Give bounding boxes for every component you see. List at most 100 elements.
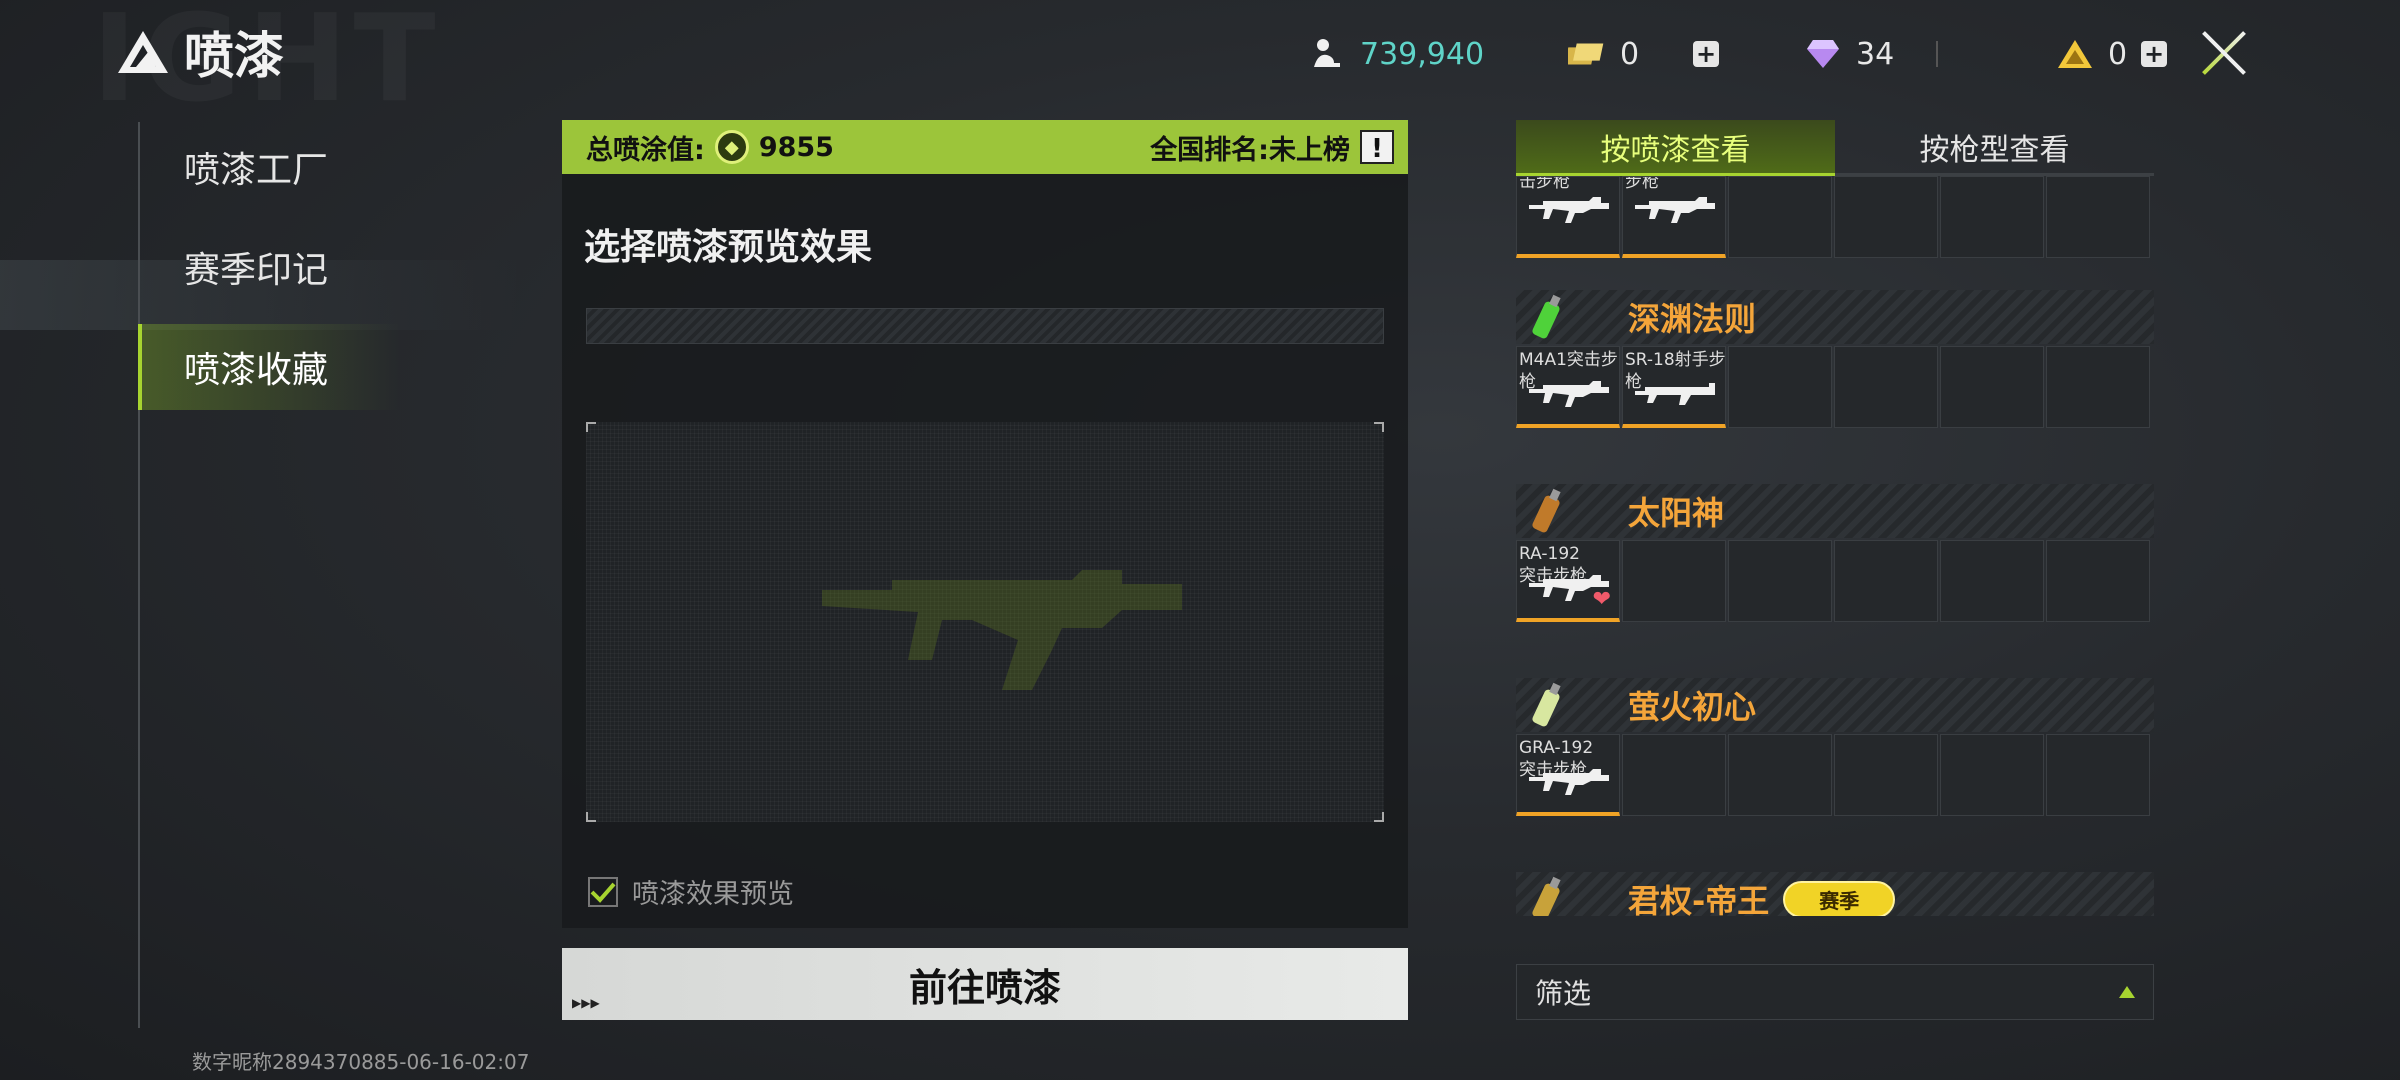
preview-checkbox[interactable] (588, 876, 618, 907)
diamond-currency: 34 (1804, 30, 1939, 78)
spray-preview-panel: 总喷涂值: ◆ 9855 全国排名:未上榜 ! 选择喷漆预览效果 喷漆效果预览 (562, 120, 1408, 928)
empty-cell (1622, 734, 1726, 816)
goto-spray-button[interactable]: 前往喷漆 ▶▶▶ (562, 948, 1408, 1020)
spray-group-header[interactable]: 太阳神 (1516, 484, 2154, 538)
empty-cell (1834, 176, 1938, 258)
weapon-cell[interactable]: 击步枪 (1516, 176, 1620, 258)
weapon-cell[interactable]: GRA-192 突击步枪 (1516, 734, 1620, 816)
rank-info-button[interactable]: ! (1360, 130, 1394, 164)
favorite-heart-icon[interactable]: ❤ (1593, 587, 1611, 612)
frame-corner (1374, 422, 1384, 432)
frame-corner (586, 422, 596, 432)
empty-cell (1834, 734, 1938, 816)
coin-icon (1308, 35, 1346, 73)
total-spray-score: 总喷涂值: ◆ 9855 (586, 128, 834, 167)
spray-group-name: 深渊法则 (1628, 300, 1757, 338)
preview-title: 选择喷漆预览效果 (584, 227, 873, 268)
spray-can-icon (1516, 290, 1576, 344)
frame-corner (586, 812, 596, 822)
tab-by-spray[interactable]: 按喷漆查看 (1516, 120, 1835, 176)
spray-can-icon (1516, 678, 1576, 732)
spray-preview-area (586, 422, 1384, 822)
empty-cell (2046, 540, 2150, 622)
weapon-cell[interactable]: 步枪 (1622, 176, 1726, 258)
empty-cell (1728, 346, 1832, 428)
rifle-icon (1529, 197, 1609, 223)
spray-list: 击步枪 步枪 深渊法则 M4A1突击步枪 SR-18射手步枪 太阳神 RA-19… (1516, 176, 2154, 916)
empty-cell (1940, 176, 2044, 258)
empty-cell (1728, 176, 1832, 258)
game-logo-icon (118, 31, 168, 73)
tab-by-gun-type[interactable]: 按枪型查看 (1835, 120, 2154, 176)
nav-item-season-mark[interactable]: 赛季印记 (140, 224, 400, 310)
spray-group-name: 君权-帝王 (1628, 882, 1770, 916)
close-button[interactable] (2198, 26, 2250, 78)
rifle-icon (1635, 197, 1715, 223)
rifle-icon (1529, 381, 1609, 407)
nav-item-spray-factory[interactable]: 喷漆工厂 (140, 124, 400, 210)
diamond-amount: 34 (1856, 36, 1895, 72)
empty-cell (1622, 540, 1726, 622)
spray-group: 君权-帝王 赛季 (1516, 872, 2154, 916)
token-amount: 0 (2108, 36, 2128, 72)
spray-can-icon (1516, 872, 1576, 916)
page-header: 喷漆 (116, 22, 284, 85)
gold-ticket-icon (1568, 35, 1606, 73)
empty-cell (1940, 540, 2044, 622)
weapon-cell[interactable]: M4A1突击步枪 (1516, 346, 1620, 428)
spray-group: 萤火初心 GRA-192 突击步枪 (1516, 678, 2154, 816)
goto-spray-label: 前往喷漆 (908, 965, 1061, 1010)
empty-cell (2046, 346, 2150, 428)
view-tabs: 按喷漆查看 按枪型查看 (1516, 120, 2154, 176)
empty-cell (1834, 540, 1938, 622)
add-ticket-button[interactable]: + (1693, 41, 1720, 67)
empty-cell (1728, 734, 1832, 816)
gold-token-icon (2056, 35, 2094, 73)
spray-can-icon (1516, 484, 1576, 538)
nav-item-spray-collection[interactable]: 喷漆收藏 (138, 324, 400, 410)
weapon-cell-label: 步枪 (1625, 176, 1659, 192)
empty-cell (1940, 346, 2044, 428)
rifle-silhouette-icon (822, 570, 1182, 690)
arrows-icon: ▶▶▶ (572, 996, 600, 1010)
header-divider (1936, 41, 1939, 67)
spray-group-header[interactable]: 萤火初心 (1516, 678, 2154, 732)
spray-group-header[interactable]: 深渊法则 (1516, 290, 2154, 344)
empty-cell (1834, 346, 1938, 428)
spray-group-header[interactable]: 君权-帝王 赛季 (1516, 872, 2154, 916)
rank-label: 全国排名:未上榜 (1150, 134, 1350, 166)
spray-group: 太阳神 RA-192 突击步枪 ❤ (1516, 484, 2154, 622)
rifle-icon (1529, 769, 1609, 795)
ticket-amount: 0 (1620, 36, 1640, 72)
filter-label: 筛选 (1535, 977, 1592, 1010)
spray-group: 深渊法则 M4A1突击步枪 SR-18射手步枪 (1516, 290, 2154, 428)
spray-group-name: 萤火初心 (1628, 688, 1757, 726)
empty-cell (1728, 540, 1832, 622)
rifle-icon (1635, 383, 1715, 405)
season-badge: 赛季 (1783, 880, 1896, 916)
empty-cell (2046, 176, 2150, 258)
score-label: 总喷涂值: (586, 134, 705, 166)
empty-cell (1940, 734, 2044, 816)
preview-effect-toggle[interactable]: 喷漆效果预览 (588, 872, 794, 911)
empty-cell (2046, 734, 2150, 816)
score-value: 9855 (758, 131, 834, 163)
spray-group-name: 太阳神 (1628, 494, 1725, 532)
filter-dropdown[interactable]: 筛选 (1516, 964, 2154, 1020)
weapon-cell[interactable]: SR-18射手步枪 (1622, 346, 1726, 428)
national-rank: 全国排名:未上榜 ! (1150, 128, 1394, 167)
weapon-cell-label: 击步枪 (1519, 176, 1570, 192)
token-currency: 0 + (2056, 30, 2168, 78)
spray-group-partial: 击步枪 步枪 (1516, 176, 2154, 258)
user-id-watermark: 数字昵称2894370885-06-16-02:07 (192, 1050, 530, 1074)
score-bar: 总喷涂值: ◆ 9855 全国排名:未上榜 ! (562, 120, 1408, 174)
weapon-cell[interactable]: RA-192 突击步枪 ❤ (1516, 540, 1620, 622)
spray-select-slot[interactable] (586, 308, 1384, 344)
add-token-button[interactable]: + (2141, 41, 2168, 67)
ticket-currency: 0 + (1568, 30, 1720, 78)
diamond-icon (1804, 35, 1842, 73)
coin-amount: 739,940 (1360, 36, 1485, 72)
preview-checkbox-label: 喷漆效果预览 (632, 879, 794, 910)
game-screen: IGHT 喷漆 739,940 0 + (0, 0, 2400, 1080)
checkmark-icon (590, 882, 616, 903)
